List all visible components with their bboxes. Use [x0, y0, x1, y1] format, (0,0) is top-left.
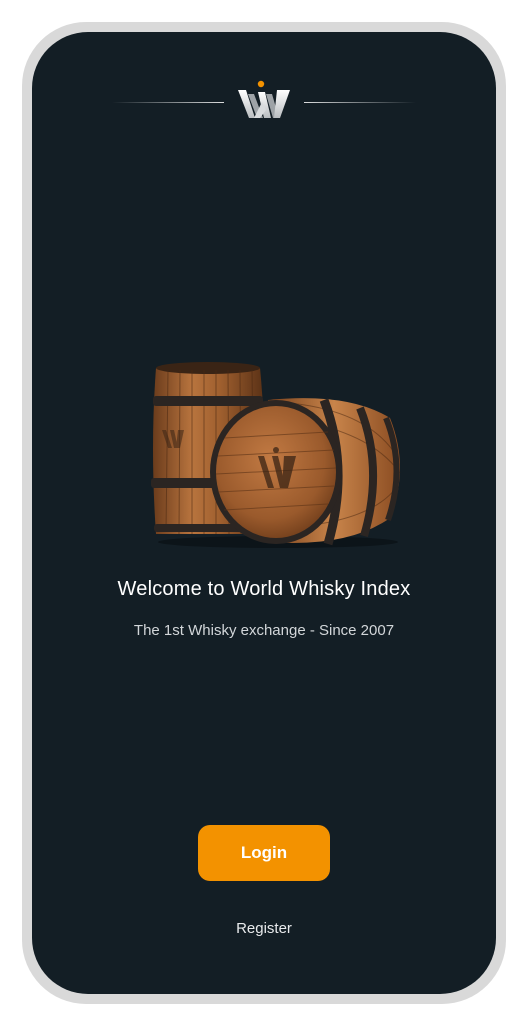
device-frame: Welcome to World Whisky Index The 1st Wh…	[22, 22, 506, 1004]
login-button[interactable]: Login	[198, 825, 330, 881]
whisky-barrels-image	[151, 362, 401, 548]
logo-divider-left	[112, 102, 224, 103]
welcome-tagline: The 1st Whisky exchange - Since 2007	[133, 622, 395, 639]
welcome-title: Welcome to World Whisky Index	[117, 578, 411, 600]
header-logo	[32, 80, 496, 124]
brand-logo-icon	[238, 80, 290, 118]
register-link[interactable]: Register	[32, 920, 496, 937]
app-screen: Welcome to World Whisky Index The 1st Wh…	[32, 32, 496, 994]
logo-divider-right	[304, 102, 416, 103]
